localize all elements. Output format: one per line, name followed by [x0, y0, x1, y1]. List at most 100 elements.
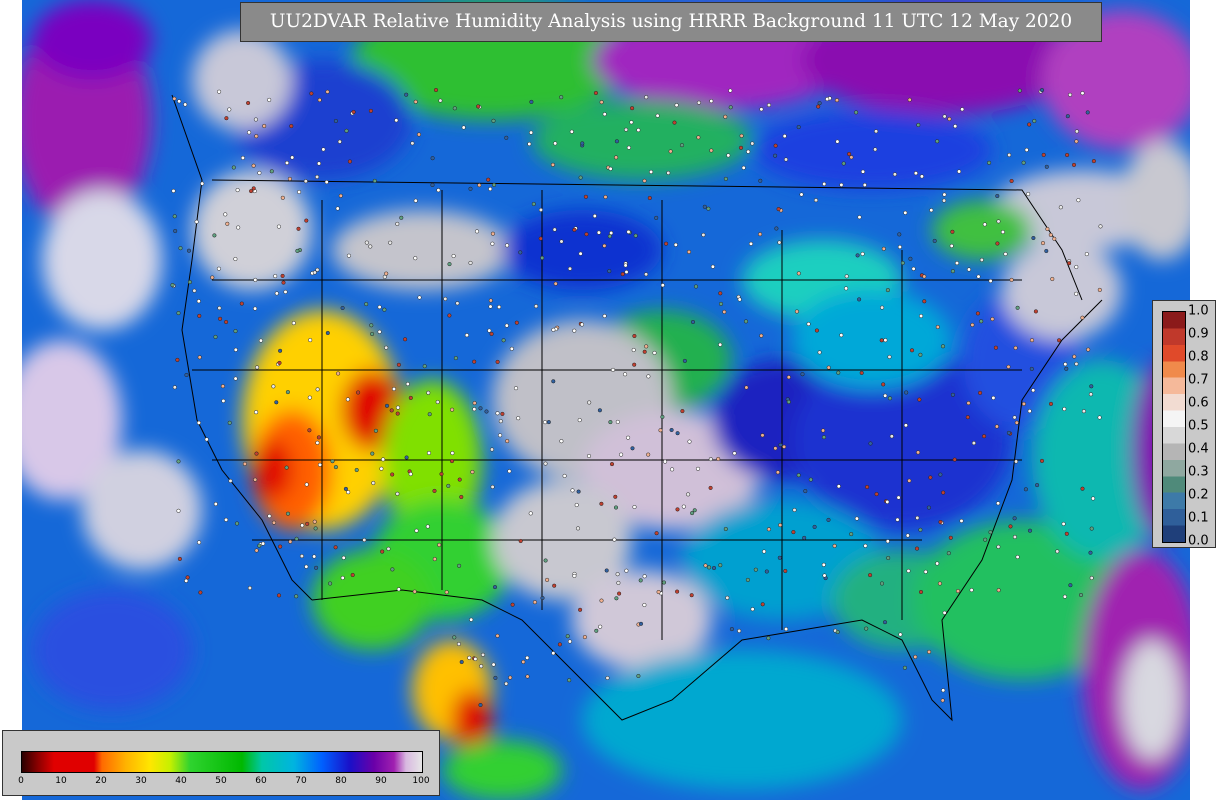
station-dot [176, 311, 181, 316]
station-dot [897, 244, 902, 250]
station-dot [593, 90, 598, 96]
station-dot [857, 215, 862, 220]
station-dot [1014, 420, 1019, 425]
station-dot [744, 385, 749, 390]
station-dot [723, 526, 728, 532]
station-dot [278, 544, 283, 549]
station-dot [835, 629, 840, 635]
station-dot [860, 169, 866, 174]
station-dot [1012, 516, 1017, 521]
station-dot [782, 444, 787, 449]
station-tick-label: 0.9 [1188, 326, 1209, 342]
station-dot [254, 548, 259, 553]
station-dot [396, 362, 401, 367]
station-dot [254, 134, 259, 139]
station-dot [1097, 287, 1102, 292]
station-dot [274, 400, 279, 405]
station-dot [1091, 496, 1096, 501]
station-dot [1044, 164, 1049, 169]
station-dot [395, 411, 400, 416]
station-dot [822, 573, 827, 578]
station-dot [599, 598, 604, 603]
station-dot [459, 659, 464, 665]
station-dot [479, 664, 484, 669]
station-dot [908, 256, 913, 261]
station-dot [261, 541, 266, 546]
station-dot [620, 272, 625, 277]
station-dot [881, 382, 886, 387]
station-dot [234, 521, 240, 526]
station-dot [410, 141, 415, 146]
station-dot [1050, 276, 1055, 282]
station-dot [435, 399, 440, 405]
station-dot [192, 288, 197, 293]
station-dot [758, 178, 763, 183]
station-dot [602, 112, 607, 117]
station-dot [572, 227, 577, 232]
station-dot [364, 302, 369, 307]
station-dot [287, 176, 292, 181]
station-dot [1074, 129, 1079, 134]
station-dot [663, 459, 668, 464]
station-dot [274, 291, 279, 296]
station-dot [760, 433, 765, 438]
station-dot [340, 305, 345, 311]
station-dot [447, 262, 452, 267]
station-dot [307, 395, 312, 400]
station-dot [723, 176, 728, 181]
station-dot [1052, 236, 1057, 241]
station-dot [404, 455, 409, 460]
station-dot [569, 129, 574, 134]
station-dot [413, 99, 418, 104]
station-dot [285, 511, 291, 516]
station-dot [847, 151, 852, 157]
station-dot [276, 224, 281, 229]
station-dot [476, 104, 481, 109]
station-dot [879, 338, 884, 343]
station-dot [812, 524, 817, 529]
station-dot [1089, 526, 1094, 531]
station-dot [776, 207, 781, 212]
station-dot [868, 441, 873, 446]
station-dot [610, 367, 616, 372]
station-dot [849, 532, 854, 537]
station-dot [212, 233, 217, 238]
station-dot [504, 323, 509, 328]
station-dot [505, 243, 510, 248]
station-dot [253, 477, 258, 482]
station-dot [177, 99, 182, 104]
station-dot [609, 230, 614, 236]
station-dot [281, 280, 286, 285]
station-dot [718, 342, 723, 347]
station-dot [271, 384, 276, 389]
station-dot [495, 633, 500, 638]
station-dot [1097, 415, 1102, 420]
station-dot [239, 301, 244, 306]
station-dot [646, 374, 651, 379]
station-dot [291, 321, 296, 326]
station-dot [217, 306, 222, 311]
station-dot [559, 439, 564, 444]
station-dot [996, 501, 1001, 506]
station-dot [452, 635, 457, 640]
station-dot [304, 218, 309, 223]
station-dot [450, 451, 455, 456]
station-dot [692, 508, 697, 513]
station-dot [194, 219, 199, 224]
station-dot [708, 485, 713, 490]
station-dot [782, 134, 787, 139]
station-dot [654, 215, 659, 220]
station-dot [598, 624, 603, 629]
station-dot [957, 169, 962, 174]
station-dot [834, 98, 840, 103]
station-dot [1029, 366, 1034, 371]
station-dot [335, 206, 340, 211]
station-dot [895, 517, 900, 522]
station-dot [990, 317, 995, 322]
station-dot [642, 349, 647, 354]
station-dot [399, 215, 404, 220]
station-dot [928, 475, 933, 480]
station-dot [918, 527, 923, 532]
station-dot [885, 539, 890, 544]
station-dot [1048, 232, 1053, 237]
